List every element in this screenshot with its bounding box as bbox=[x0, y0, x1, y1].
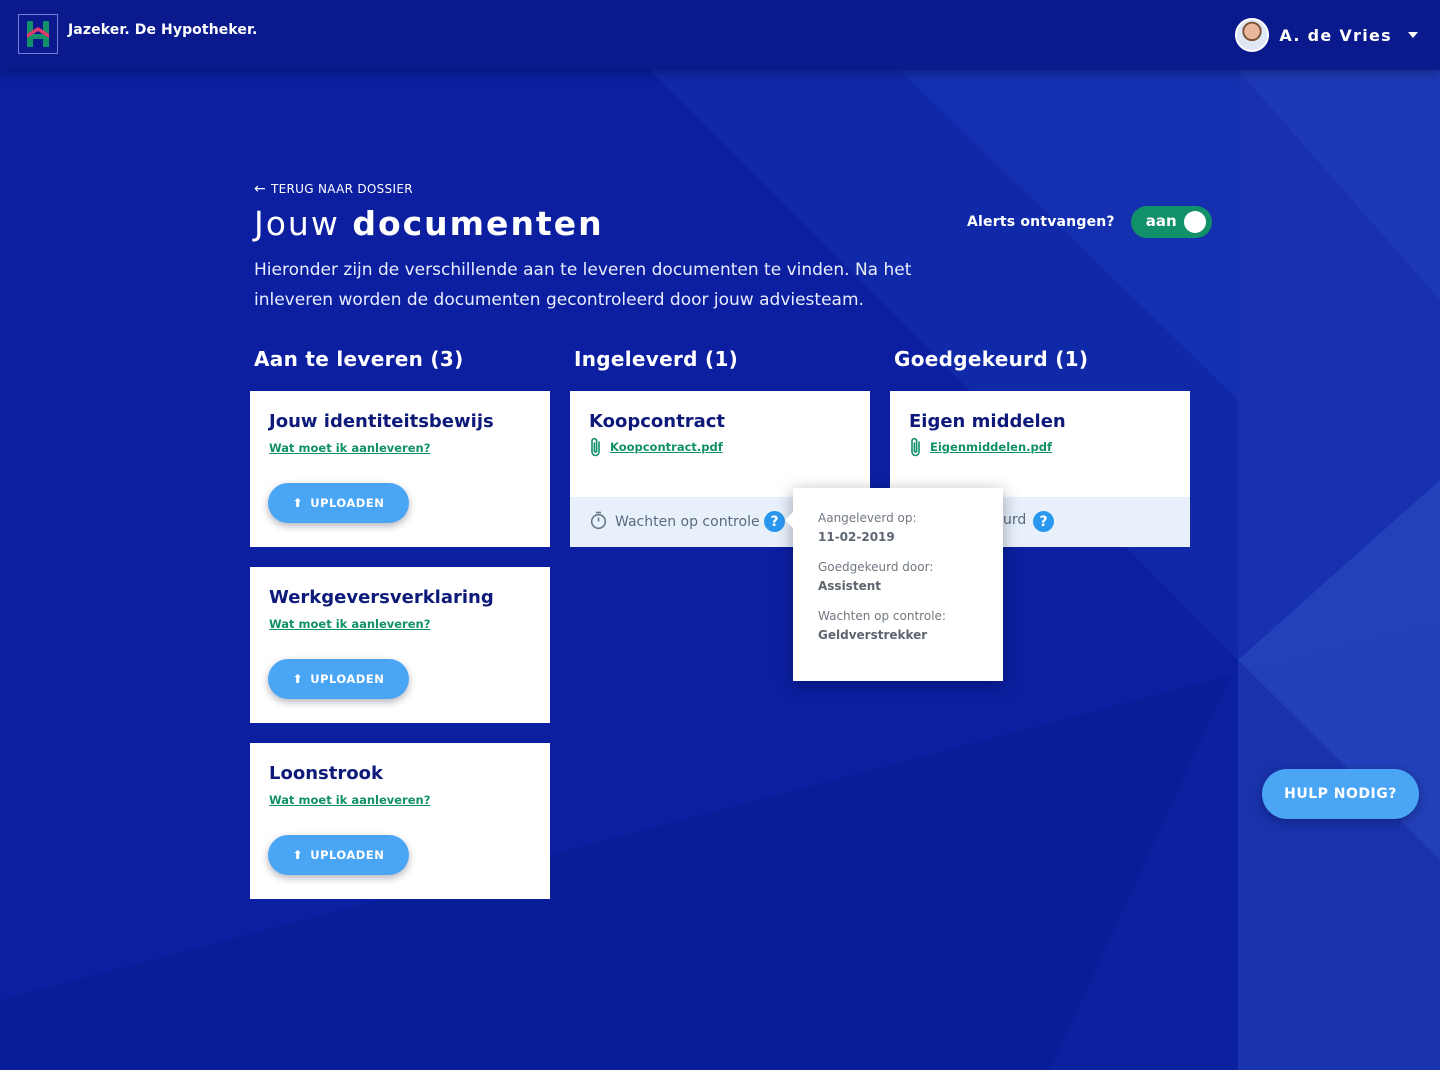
alerts-toggle[interactable]: aan bbox=[1130, 206, 1212, 238]
what-to-deliver-link[interactable]: Wat moet ik aanleveren? bbox=[269, 617, 430, 631]
document-card: Loonstrook Wat moet ik aanleveren? ⬆ UPL… bbox=[250, 743, 550, 899]
help-button[interactable]: HULP NODIG? bbox=[1262, 769, 1419, 819]
column-title-delivered: Ingeleverd (1) bbox=[574, 347, 739, 371]
upload-button[interactable]: ⬆ UPLOADEN bbox=[268, 483, 409, 523]
user-menu[interactable]: A. de Vries bbox=[1235, 17, 1418, 53]
upload-button-label: UPLOADEN bbox=[310, 672, 385, 686]
user-name: A. de Vries bbox=[1279, 25, 1392, 45]
file-row: Koopcontract.pdf bbox=[589, 436, 723, 458]
document-card: Werkgeversverklaring Wat moet ik aanleve… bbox=[250, 567, 550, 723]
document-title: Loonstrook bbox=[269, 763, 383, 784]
tooltip-approved-value: Assistent bbox=[818, 579, 881, 593]
upload-button[interactable]: ⬆ UPLOADEN bbox=[268, 659, 409, 699]
status-tooltip: Aangeleverd op: 11-02-2019 Goedgekeurd d… bbox=[785, 488, 1003, 681]
paperclip-icon bbox=[589, 436, 602, 458]
logo[interactable] bbox=[18, 14, 58, 54]
alerts-label: Alerts ontvangen? bbox=[967, 214, 1115, 230]
arrow-left-icon: ← bbox=[254, 181, 267, 197]
column-title-approved: Goedgekeurd (1) bbox=[894, 347, 1089, 371]
tooltip-delivered-label: Aangeleverd op: bbox=[818, 511, 917, 525]
alerts-toggle-label: aan bbox=[1145, 212, 1177, 230]
document-title: Jouw identiteitsbewijs bbox=[269, 411, 494, 432]
what-to-deliver-link[interactable]: Wat moet ik aanleveren? bbox=[269, 441, 430, 455]
page-title-bold: documenten bbox=[352, 204, 604, 243]
document-title: Eigen middelen bbox=[909, 411, 1066, 432]
chevron-down-icon bbox=[1408, 32, 1418, 38]
upload-button-label: UPLOADEN bbox=[310, 848, 385, 862]
back-link[interactable]: ← TERUG NAAR DOSSIER bbox=[254, 182, 413, 196]
document-title: Koopcontract bbox=[589, 411, 726, 432]
tooltip-delivered-value: 11-02-2019 bbox=[818, 530, 895, 544]
help-icon[interactable]: ? bbox=[1033, 511, 1054, 532]
paperclip-icon bbox=[909, 436, 922, 458]
upload-icon: ⬆ bbox=[292, 848, 304, 862]
tooltip-approved-label: Goedgekeurd door: bbox=[818, 560, 934, 574]
page-title: Jouw documenten bbox=[254, 204, 604, 243]
document-title: Werkgeversverklaring bbox=[269, 587, 494, 608]
status-text: urd bbox=[1003, 512, 1027, 528]
back-link-label: TERUG NAAR DOSSIER bbox=[271, 182, 413, 196]
intro-text: Hieronder zijn de verschillende aan te l… bbox=[254, 260, 912, 310]
upload-icon: ⬆ bbox=[292, 672, 304, 686]
document-card: Jouw identiteitsbewijs Wat moet ik aanle… bbox=[250, 391, 550, 547]
help-icon[interactable]: ? bbox=[764, 511, 785, 532]
toggle-knob bbox=[1183, 211, 1206, 233]
brand-name: Jazeker. De Hypotheker. bbox=[68, 22, 258, 38]
column-title-to-deliver: Aan te leveren (3) bbox=[254, 347, 464, 371]
top-bar: Jazeker. De Hypotheker. A. de Vries bbox=[0, 0, 1440, 70]
file-link[interactable]: Koopcontract.pdf bbox=[610, 440, 723, 454]
avatar bbox=[1235, 18, 1270, 52]
file-row: Eigenmiddelen.pdf bbox=[909, 436, 1052, 458]
tooltip-waiting-label: Wachten op controle: bbox=[818, 609, 946, 623]
what-to-deliver-link[interactable]: Wat moet ik aanleveren? bbox=[269, 793, 430, 807]
page-title-light: Jouw bbox=[254, 204, 340, 243]
timer-icon bbox=[590, 511, 607, 534]
upload-button-label: UPLOADEN bbox=[310, 496, 385, 510]
upload-button[interactable]: ⬆ UPLOADEN bbox=[268, 835, 409, 875]
status-text: Wachten op controle bbox=[615, 514, 760, 530]
tooltip-waiting-value: Geldverstrekker bbox=[818, 628, 928, 642]
alerts-setting: Alerts ontvangen? aan bbox=[967, 206, 1212, 238]
file-link[interactable]: Eigenmiddelen.pdf bbox=[930, 440, 1052, 454]
upload-icon: ⬆ bbox=[292, 496, 304, 510]
main-content: ← TERUG NAAR DOSSIER Jouw documenten Hie… bbox=[0, 0, 1440, 1070]
